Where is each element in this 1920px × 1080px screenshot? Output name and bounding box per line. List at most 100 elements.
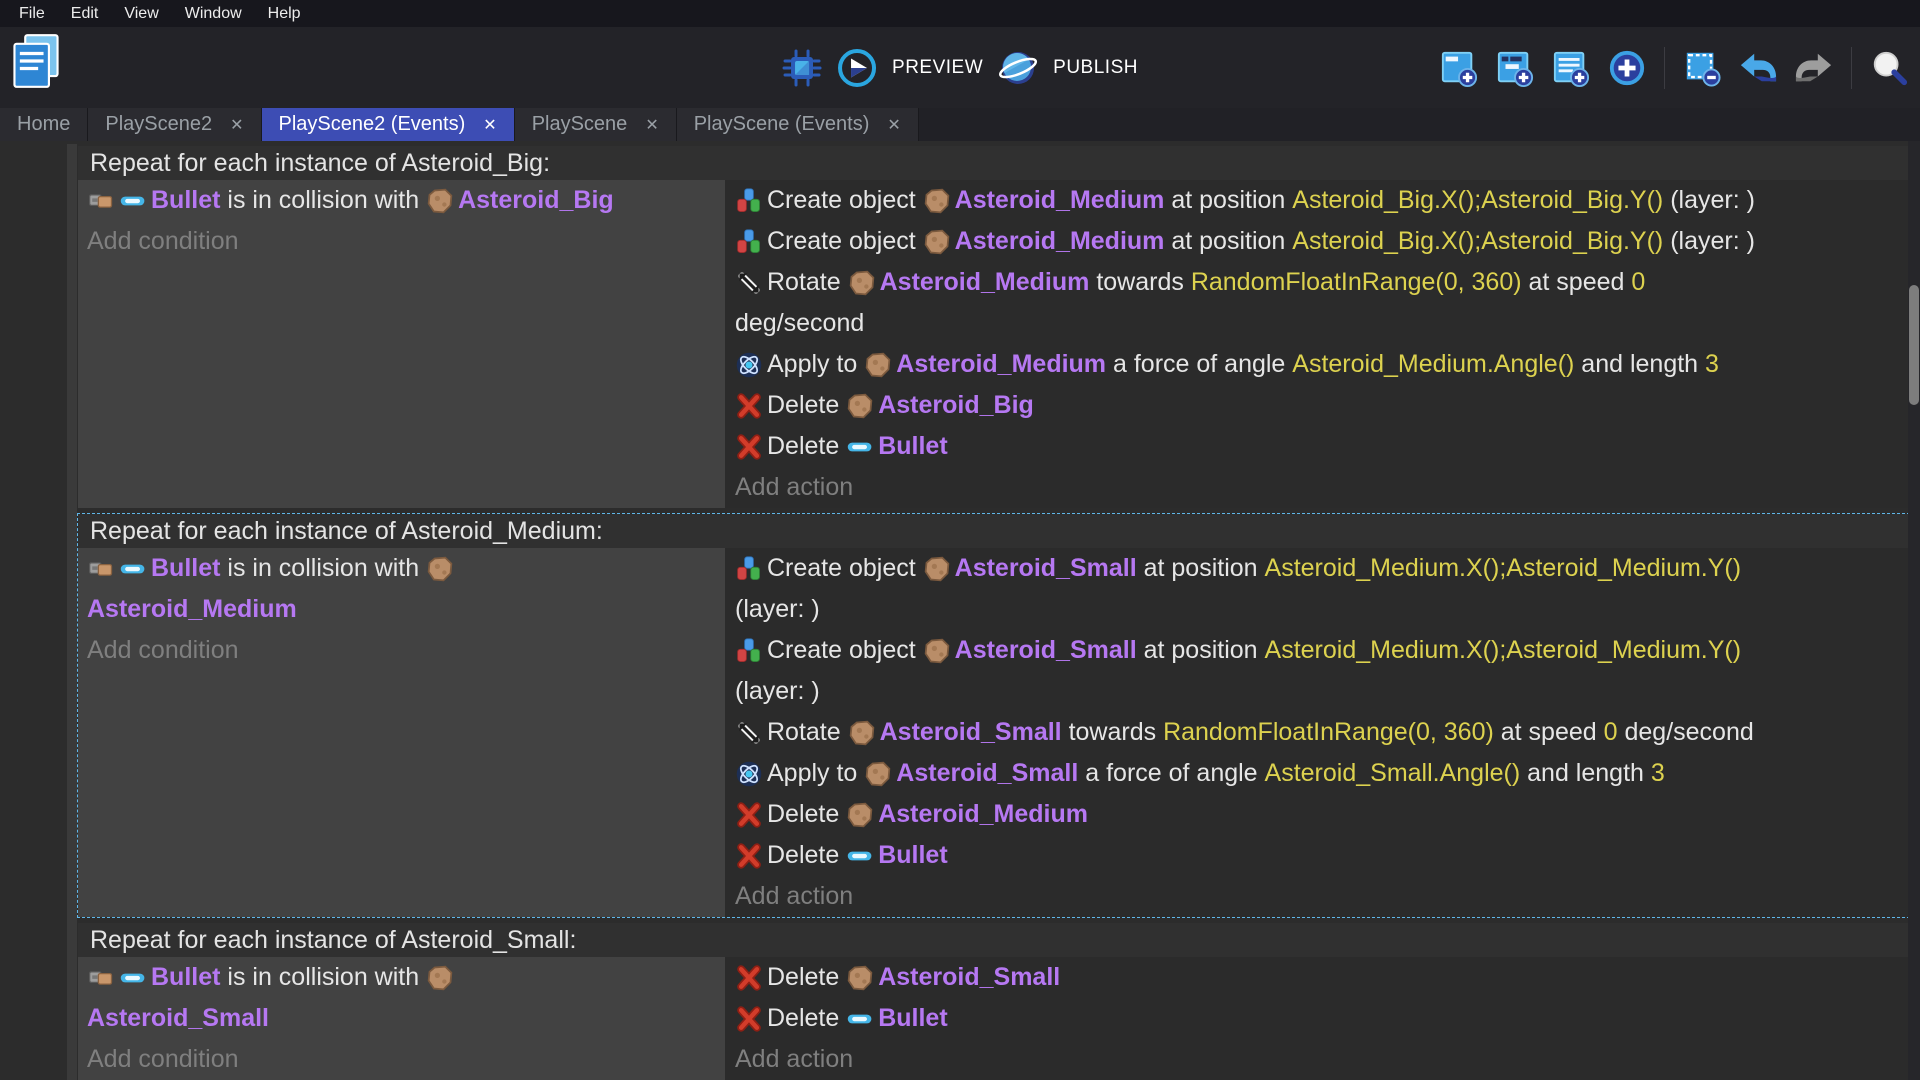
object-name: Asteroid_Small: [955, 554, 1137, 583]
create-icon: [735, 228, 763, 256]
close-icon[interactable]: ✕: [645, 115, 658, 135]
action-line[interactable]: Delete Bullet: [735, 998, 1919, 1039]
actions-cell[interactable]: Create object Asteroid_Medium at positio…: [725, 180, 1919, 508]
object-name: Bullet: [151, 186, 220, 215]
undo-icon[interactable]: [1739, 49, 1777, 87]
instruction-text: a force of angle: [1106, 350, 1292, 379]
action-line[interactable]: Delete Asteroid_Big: [735, 385, 1919, 426]
add-condition-button[interactable]: Add condition: [87, 1039, 725, 1080]
menu-bar: FileEditViewWindowHelp: [0, 0, 1920, 27]
tab-label: PlayScene2 (Events): [279, 113, 466, 136]
close-icon[interactable]: ✕: [230, 115, 243, 135]
event-repeat-for-each[interactable]: Repeat for each instance of Asteroid_Med…: [77, 513, 1920, 918]
collision-icon: [87, 964, 115, 992]
action-line[interactable]: Delete Bullet: [735, 835, 1919, 876]
action-line[interactable]: (layer: ): [735, 671, 1919, 712]
event-repeat-for-each[interactable]: Repeat for each instance of Asteroid_Sma…: [77, 922, 1920, 1080]
menu-item-view[interactable]: View: [111, 0, 171, 27]
tab-playscene2-events-[interactable]: PlayScene2 (Events) ✕: [262, 108, 515, 141]
event-header[interactable]: Repeat for each instance of Asteroid_Big…: [78, 146, 1919, 180]
add-circle-icon[interactable]: [1608, 49, 1646, 87]
menu-item-file[interactable]: File: [6, 0, 58, 27]
instruction-text: is in collision with: [220, 963, 426, 992]
preview-label[interactable]: PREVIEW: [892, 57, 983, 79]
publish-label[interactable]: PUBLISH: [1053, 57, 1138, 79]
publish-button[interactable]: [998, 48, 1038, 88]
menu-item-edit[interactable]: Edit: [58, 0, 112, 27]
vertical-scrollbar[interactable]: [1908, 141, 1920, 1080]
menu-item-window[interactable]: Window: [172, 0, 255, 27]
action-line[interactable]: Create object Asteroid_Medium at positio…: [735, 180, 1919, 221]
bullet-icon: [119, 187, 147, 215]
add-subevent-icon[interactable]: [1496, 49, 1534, 87]
instruction-text: Create object: [767, 636, 923, 665]
action-line[interactable]: Delete Bullet: [735, 426, 1919, 467]
tab-home[interactable]: Home: [0, 108, 88, 141]
event-repeat-for-each[interactable]: Repeat for each instance of Asteroid_Big…: [77, 145, 1920, 509]
search-icon[interactable]: [1870, 49, 1908, 87]
action-line[interactable]: Delete Asteroid_Medium: [735, 794, 1919, 835]
force-icon: [735, 760, 763, 788]
toolbar-separator: [1851, 47, 1852, 89]
action-line[interactable]: Create object Asteroid_Medium at positio…: [735, 221, 1919, 262]
add-action-button[interactable]: Add action: [735, 1039, 1919, 1080]
event-header[interactable]: Repeat for each instance of Asteroid_Med…: [78, 514, 1919, 548]
add-comment-icon[interactable]: [1552, 49, 1590, 87]
condition-line[interactable]: Bullet is in collision with Asteroid_Big: [87, 180, 725, 221]
object-name: Asteroid_Medium: [955, 186, 1165, 215]
add-condition-button[interactable]: Add condition: [87, 630, 725, 671]
redo-icon[interactable]: [1795, 49, 1833, 87]
expression-value: Asteroid_Medium.Angle(): [1292, 350, 1574, 379]
instruction-text: at speed: [1522, 268, 1632, 297]
conditions-cell[interactable]: Bullet is in collision with Asteroid_Med…: [78, 548, 725, 917]
action-line[interactable]: Create object Asteroid_Small at position…: [735, 630, 1919, 671]
instruction-text: and length: [1574, 350, 1705, 379]
action-line[interactable]: Rotate Asteroid_Small towards RandomFloa…: [735, 712, 1919, 753]
expression-value: 0: [1604, 718, 1618, 747]
menu-item-help[interactable]: Help: [255, 0, 314, 27]
action-line[interactable]: Delete Asteroid_Small: [735, 957, 1919, 998]
action-line[interactable]: Apply to Asteroid_Medium a force of angl…: [735, 344, 1919, 385]
action-line[interactable]: Apply to Asteroid_Small a force of angle…: [735, 753, 1919, 794]
asteroid-icon: [426, 187, 454, 215]
add-condition-button[interactable]: Add condition: [87, 221, 725, 262]
event-header[interactable]: Repeat for each instance of Asteroid_Sma…: [78, 923, 1919, 957]
action-line[interactable]: deg/second: [735, 303, 1919, 344]
actions-cell[interactable]: Create object Asteroid_Small at position…: [725, 548, 1919, 917]
select-events-icon[interactable]: [1683, 49, 1721, 87]
close-icon[interactable]: ✕: [887, 115, 900, 135]
action-line[interactable]: Rotate Asteroid_Medium towards RandomFlo…: [735, 262, 1919, 303]
actions-cell[interactable]: Delete Asteroid_SmallDelete BulletAdd ac…: [725, 957, 1919, 1080]
main-toolbar: PREVIEW PUBLISH: [0, 27, 1920, 108]
tab-playscene2[interactable]: PlayScene2✕: [88, 108, 261, 141]
add-action-button[interactable]: Add action: [735, 467, 1919, 508]
instruction-text: Delete: [767, 1004, 846, 1033]
condition-line[interactable]: Bullet is in collision with: [87, 957, 725, 998]
instruction-text: towards: [1089, 268, 1190, 297]
add-event-icon[interactable]: [1440, 49, 1478, 87]
object-name: Asteroid_Medium: [878, 800, 1088, 829]
debug-icon[interactable]: [782, 48, 822, 88]
object-name: Asteroid_Big: [878, 391, 1034, 420]
conditions-cell[interactable]: Bullet is in collision with Asteroid_Big…: [78, 180, 725, 508]
instruction-text: (layer: ): [735, 595, 820, 624]
gdevelop-logo[interactable]: [10, 33, 62, 89]
conditions-cell[interactable]: Bullet is in collision with Asteroid_Sma…: [78, 957, 725, 1080]
preview-button[interactable]: [837, 48, 877, 88]
instruction-text: towards: [1062, 718, 1163, 747]
tab-bar: HomePlayScene2✕PlayScene2 (Events)✕PlayS…: [0, 108, 1920, 141]
collision-icon: [87, 555, 115, 583]
condition-line[interactable]: Bullet is in collision with: [87, 548, 725, 589]
condition-line[interactable]: Asteroid_Small: [87, 998, 725, 1039]
expression-value: Asteroid_Small.Angle(): [1265, 759, 1521, 788]
condition-line[interactable]: Asteroid_Medium: [87, 589, 725, 630]
tab-playscene[interactable]: PlayScene✕: [515, 108, 677, 141]
action-line[interactable]: (layer: ): [735, 589, 1919, 630]
action-line[interactable]: Create object Asteroid_Small at position…: [735, 548, 1919, 589]
scrollbar-thumb[interactable]: [1909, 285, 1919, 405]
create-icon: [735, 555, 763, 583]
tab-playscene-events-[interactable]: PlayScene (Events)✕: [677, 108, 919, 141]
close-icon[interactable]: ✕: [483, 115, 496, 135]
add-action-button[interactable]: Add action: [735, 876, 1919, 917]
instruction-text: Delete: [767, 432, 846, 461]
